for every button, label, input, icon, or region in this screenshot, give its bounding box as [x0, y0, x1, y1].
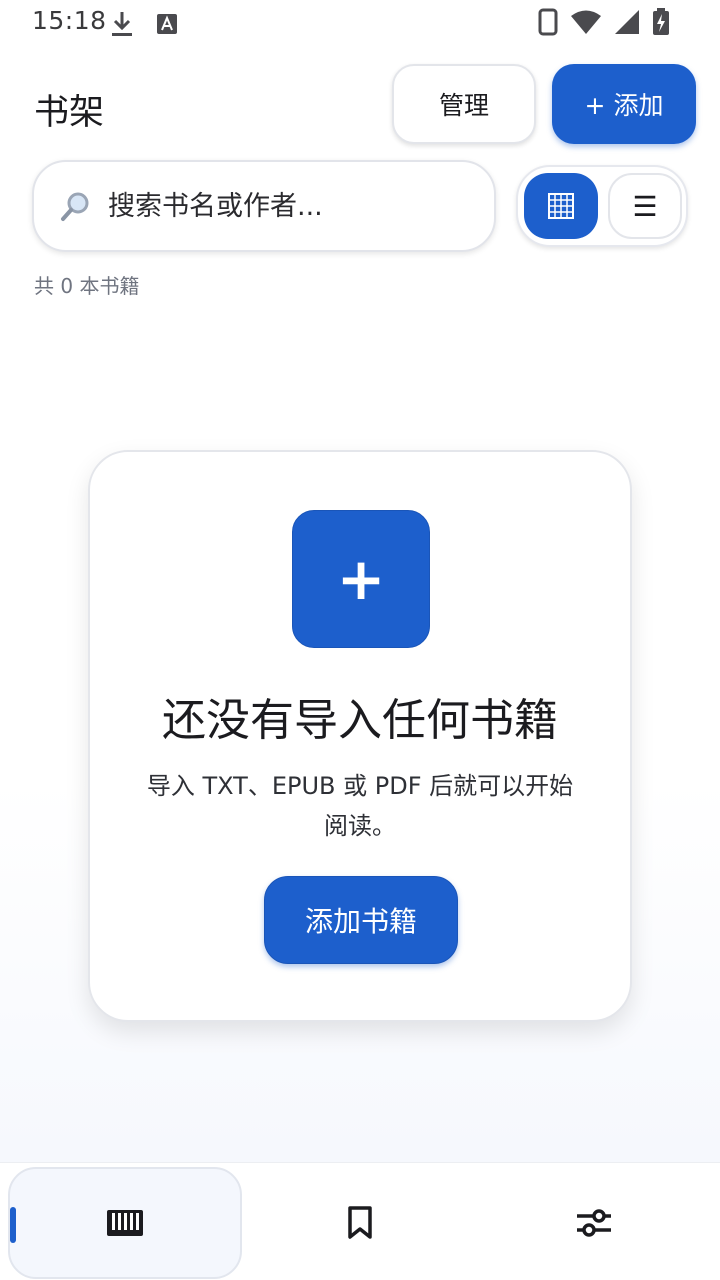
- text-a-icon: [157, 14, 177, 34]
- add-button[interactable]: + 添加: [552, 64, 696, 144]
- list-view-button[interactable]: ☰: [608, 173, 682, 239]
- bookshelf-icon: [107, 1210, 143, 1236]
- search-icon: [58, 188, 94, 224]
- grid-view-button[interactable]: [524, 173, 598, 239]
- download-icon: [112, 12, 132, 36]
- list-view-icon: ☰: [632, 190, 658, 222]
- battery-charging-icon: [653, 8, 669, 35]
- grid-view-icon: [548, 193, 574, 219]
- nav-active-indicator: [10, 1207, 16, 1243]
- nav-settings[interactable]: [478, 1167, 710, 1279]
- search-input[interactable]: [108, 190, 468, 222]
- manage-button[interactable]: 管理: [392, 64, 536, 144]
- sliders-icon: [577, 1209, 611, 1237]
- wifi-icon: [571, 10, 601, 34]
- nav-bookmarks[interactable]: [244, 1167, 476, 1279]
- book-count: 共 0 本书籍: [34, 274, 140, 298]
- signal-icon: [615, 10, 639, 34]
- empty-title: 还没有导入任何书籍: [162, 695, 558, 746]
- status-time: 15:18: [32, 6, 107, 35]
- status-left-icons: [110, 10, 178, 38]
- empty-description: 导入 TXT、EPUB 或 PDF 后就可以开始阅读。: [146, 772, 574, 840]
- bottom-nav: [0, 1162, 720, 1280]
- status-right-icons: [538, 8, 670, 36]
- bookmark-icon: [348, 1206, 372, 1239]
- view-toggle: ☰: [516, 165, 688, 247]
- nav-bookshelf[interactable]: [8, 1167, 242, 1279]
- empty-plus-icon[interactable]: +: [292, 510, 430, 648]
- add-books-button[interactable]: 添加书籍: [264, 876, 458, 964]
- page-title: 书架: [34, 93, 105, 133]
- search-box[interactable]: [32, 160, 496, 252]
- empty-state-card: + 还没有导入任何书籍 导入 TXT、EPUB 或 PDF 后就可以开始阅读。 …: [88, 450, 632, 1022]
- phone-icon: [538, 8, 558, 36]
- status-bar: 15:18: [0, 0, 720, 48]
